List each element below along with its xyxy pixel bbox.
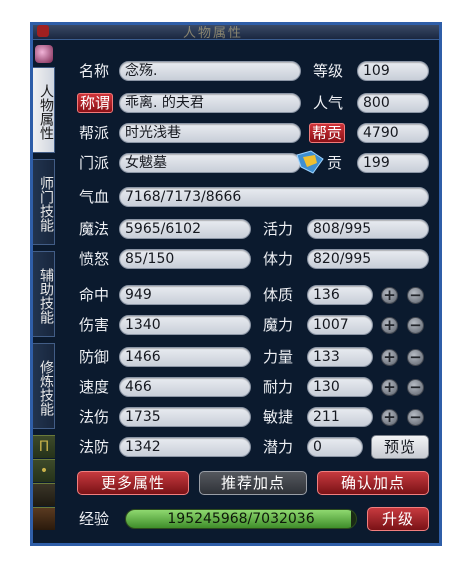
- speed-field: 466: [119, 377, 251, 397]
- upgrade-button[interactable]: 升级: [367, 507, 429, 531]
- mp-field: 5965/6102: [119, 219, 251, 239]
- hp-label: 气血: [79, 188, 110, 206]
- damage-field: 1340: [119, 315, 251, 335]
- preview-button[interactable]: 预览: [371, 435, 429, 459]
- damage-label: 伤害: [79, 316, 110, 334]
- faction-label: 帮派: [79, 124, 110, 142]
- defense-label: 防御: [79, 348, 110, 366]
- level-field: 109: [357, 61, 429, 81]
- magic-power-label: 魔力: [263, 316, 294, 334]
- magic-power-plus-button[interactable]: +: [381, 317, 398, 334]
- mp-label: 魔法: [79, 220, 110, 238]
- constitution-plus-button[interactable]: +: [381, 287, 398, 304]
- strength-label: 力量: [263, 348, 294, 366]
- agility-label: 敏捷: [263, 408, 294, 426]
- side-deco-2: •: [33, 459, 55, 482]
- vitality-field: 808/995: [307, 219, 429, 239]
- side-tabs: 人物属性 师门技能 辅助技能 修炼技能 П •: [33, 41, 57, 543]
- endurance-minus-button[interactable]: −: [407, 379, 424, 396]
- title-field: 乖离. 的夫君: [119, 93, 301, 113]
- potential-field: 0: [307, 437, 363, 457]
- magic-power-field: 1007: [307, 315, 373, 335]
- hit-label: 命中: [79, 286, 110, 304]
- faction-field: 时光浅巷: [119, 123, 301, 143]
- recommend-points-button[interactable]: 推荐加点: [199, 471, 307, 495]
- level-label: 等级: [313, 62, 344, 80]
- strength-plus-button[interactable]: +: [381, 349, 398, 366]
- agility-minus-button[interactable]: −: [407, 409, 424, 426]
- school-emblem-icon[interactable]: [295, 149, 325, 175]
- more-attributes-button[interactable]: 更多属性: [77, 471, 189, 495]
- confirm-points-button[interactable]: 确认加点: [317, 471, 429, 495]
- side-deco-glyph: П: [38, 439, 50, 455]
- popularity-field: 800: [357, 93, 429, 113]
- tab-school-skills[interactable]: 师门技能: [33, 159, 55, 245]
- strength-field: 133: [307, 347, 373, 367]
- magic-power-minus-button[interactable]: −: [407, 317, 424, 334]
- vitality-label: 活力: [263, 220, 294, 238]
- endurance-plus-button[interactable]: +: [381, 379, 398, 396]
- constitution-field: 136: [307, 285, 373, 305]
- endurance-label: 耐力: [263, 378, 294, 396]
- constitution-minus-button[interactable]: −: [407, 287, 424, 304]
- window-title: 人物属性: [183, 26, 244, 41]
- tab-cultivation-skills[interactable]: 修炼技能: [33, 343, 55, 429]
- speed-label: 速度: [79, 378, 110, 396]
- stamina-label: 体力: [263, 250, 294, 268]
- agility-field: 211: [307, 407, 373, 427]
- school-contrib-field: 199: [357, 153, 429, 173]
- portrait-icon: [35, 45, 53, 63]
- exp-bar: 195245968/7032036: [125, 509, 357, 529]
- magic-damage-field: 1735: [119, 407, 251, 427]
- magic-damage-label: 法伤: [79, 408, 110, 426]
- popularity-label: 人气: [313, 94, 344, 112]
- rage-label: 愤怒: [79, 250, 110, 268]
- side-deco-4: [33, 507, 55, 530]
- faction-contrib-button[interactable]: 帮贡: [309, 123, 346, 143]
- character-attributes-window: 人物属性 人物属性 师门技能 辅助技能 修炼技能 П • 名称 念殇. 等级 1…: [30, 22, 442, 546]
- magic-defense-label: 法防: [79, 438, 110, 456]
- close-icon[interactable]: [37, 25, 49, 37]
- name-field: 念殇.: [119, 61, 301, 81]
- rage-field: 85/150: [119, 249, 251, 269]
- side-deco-dot: •: [39, 463, 49, 479]
- side-deco-3: [33, 483, 55, 506]
- school-contrib-label: 贡: [327, 154, 343, 172]
- magic-defense-field: 1342: [119, 437, 251, 457]
- strength-minus-button[interactable]: −: [407, 349, 424, 366]
- endurance-field: 130: [307, 377, 373, 397]
- exp-value: 195245968/7032036: [167, 511, 315, 527]
- name-label: 名称: [79, 62, 110, 80]
- school-label: 门派: [79, 154, 110, 172]
- hp-field: 7168/7173/8666: [119, 187, 429, 207]
- side-deco-1: П: [33, 435, 55, 458]
- stamina-field: 820/995: [307, 249, 429, 269]
- title-bar[interactable]: 人物属性: [33, 25, 439, 41]
- exp-label: 经验: [79, 510, 110, 528]
- faction-contrib-field: 4790: [357, 123, 429, 143]
- school-field: 女魃墓: [119, 153, 301, 173]
- defense-field: 1466: [119, 347, 251, 367]
- tab-character-attributes[interactable]: 人物属性: [33, 67, 55, 153]
- agility-plus-button[interactable]: +: [381, 409, 398, 426]
- potential-label: 潜力: [263, 438, 294, 456]
- constitution-label: 体质: [263, 286, 294, 304]
- tab-assist-skills[interactable]: 辅助技能: [33, 251, 55, 337]
- title-button[interactable]: 称谓: [77, 93, 114, 113]
- hit-field: 949: [119, 285, 251, 305]
